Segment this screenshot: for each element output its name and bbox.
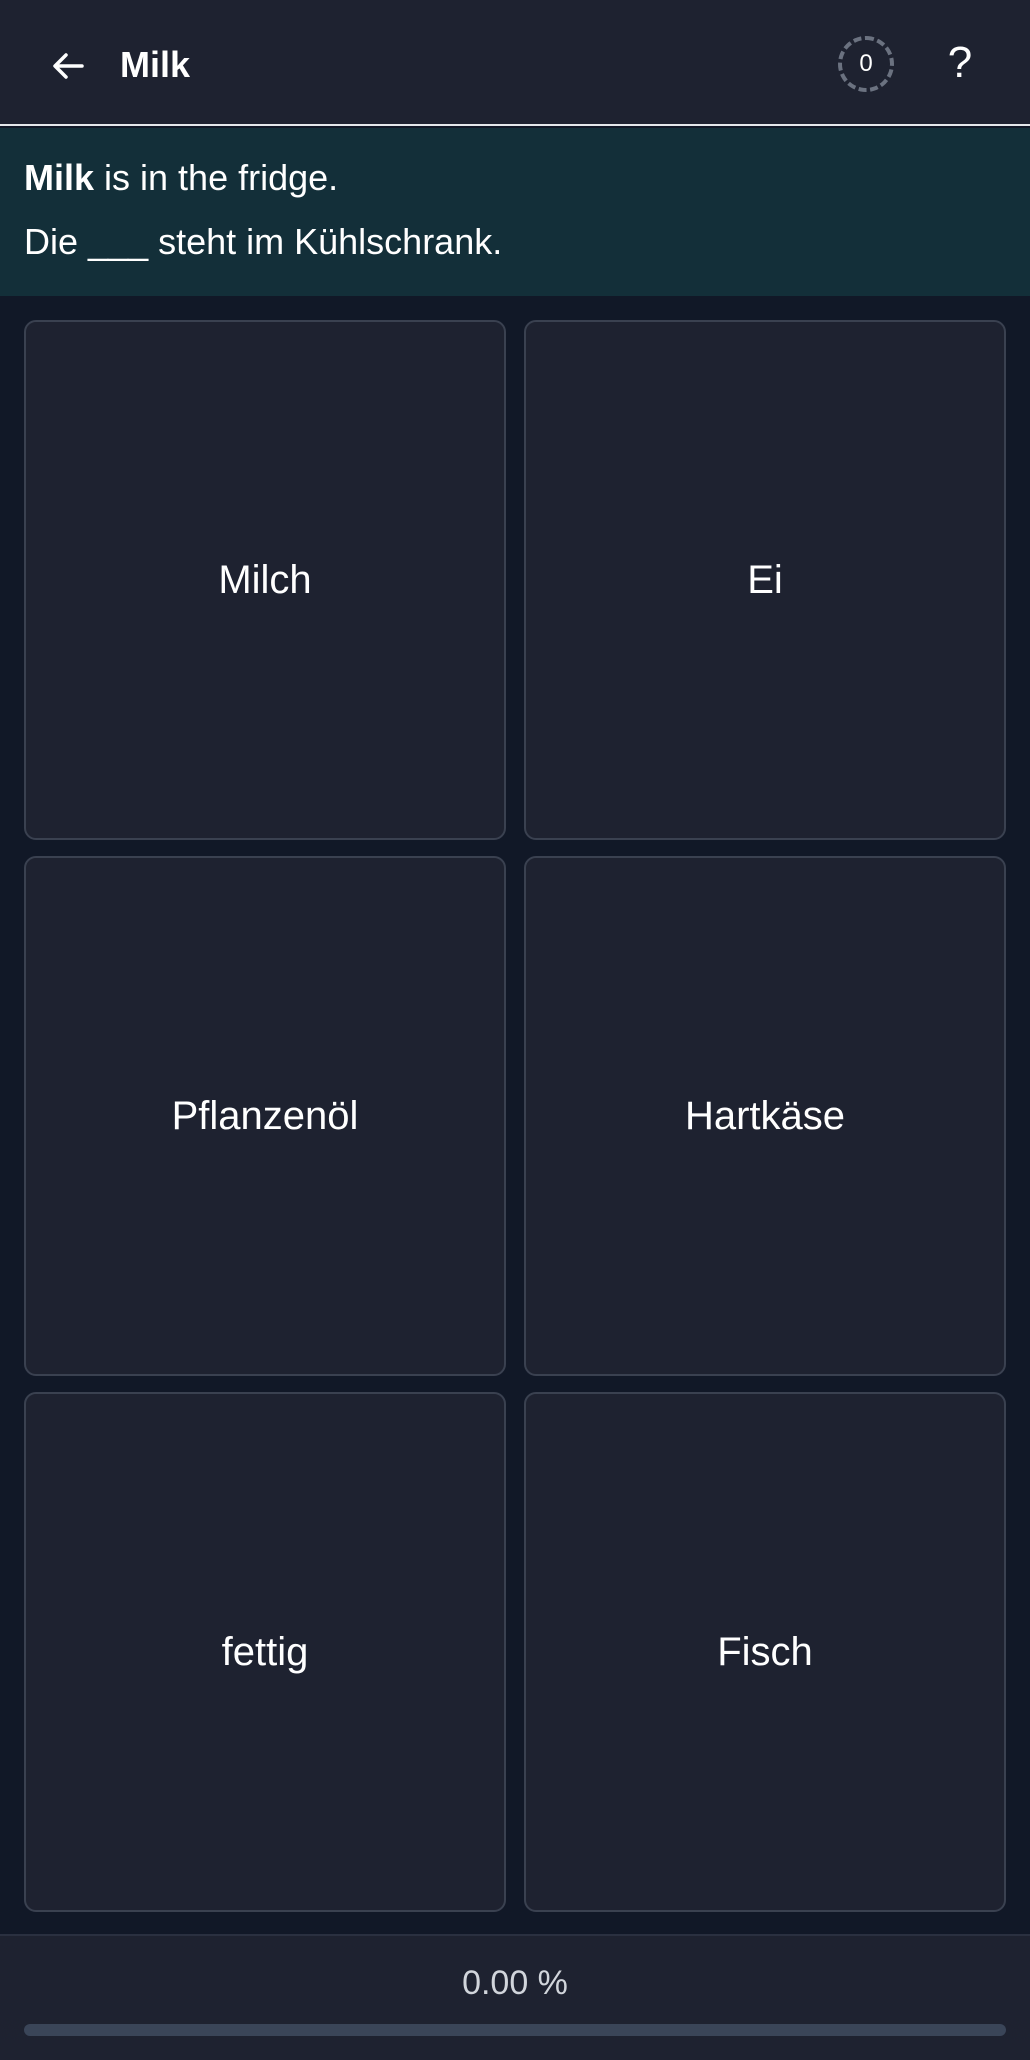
answer-grid: Milch Ei Pflanzenöl Hartkäse fettig Fisc… — [24, 320, 1006, 1912]
back-button[interactable] — [38, 36, 98, 96]
top-bar: Milk 0 ? — [0, 0, 1030, 126]
answer-option-fisch[interactable]: Fisch — [524, 1392, 1006, 1912]
german-sentence: Die ___ steht im Kühlschrank. — [24, 221, 503, 262]
prompt-panel: Milk is in the fridge. Die ___ steht im … — [0, 128, 1030, 296]
answer-option-hartkaese[interactable]: Hartkäse — [524, 856, 1006, 1376]
answer-option-milch[interactable]: Milch — [24, 320, 506, 840]
progress-footer: 0.00 % — [0, 1934, 1030, 2060]
progress-bar — [24, 2024, 1006, 2036]
english-sentence-rest: is in the fridge. — [94, 157, 339, 198]
highlighted-word: Milk — [24, 157, 95, 198]
answer-option-ei[interactable]: Ei — [524, 320, 1006, 840]
answer-option-fettig[interactable]: fettig — [24, 1392, 506, 1912]
arrow-left-icon — [53, 53, 84, 79]
help-button[interactable]: ? — [932, 30, 988, 96]
progress-percentage: 0.00 % — [462, 1964, 568, 2002]
english-sentence: Milk is in the fridge. — [24, 154, 1006, 202]
page-title: Milk — [120, 44, 191, 85]
streak-counter: 0 — [838, 36, 894, 92]
answer-option-pflanzenoel[interactable]: Pflanzenöl — [24, 856, 506, 1376]
